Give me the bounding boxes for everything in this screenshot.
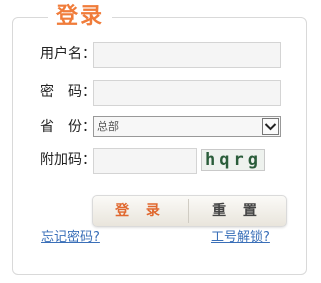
chevron-down-icon[interactable]	[262, 118, 279, 135]
reset-button[interactable]: 重 置	[189, 196, 286, 226]
captcha-label: 附加码：	[40, 152, 96, 168]
province-selected-value: 总部	[97, 120, 119, 133]
unlock-account-link[interactable]: 工号解锁?	[211, 229, 270, 247]
captcha-field[interactable]	[93, 148, 197, 174]
action-buttons: 登 录 重 置	[92, 195, 287, 227]
province-label: 省 份：	[40, 119, 96, 135]
login-button[interactable]: 登 录	[93, 196, 188, 226]
password-label: 密 码：	[40, 84, 96, 100]
username-label: 用户名：	[40, 46, 96, 62]
province-select[interactable]: 总部	[93, 116, 281, 137]
forgot-password-link[interactable]: 忘记密码?	[41, 229, 100, 247]
username-field[interactable]	[93, 42, 281, 68]
login-title: 登录	[48, 4, 113, 30]
password-field[interactable]	[93, 80, 281, 106]
captcha-image[interactable]: hqrg	[201, 149, 265, 171]
